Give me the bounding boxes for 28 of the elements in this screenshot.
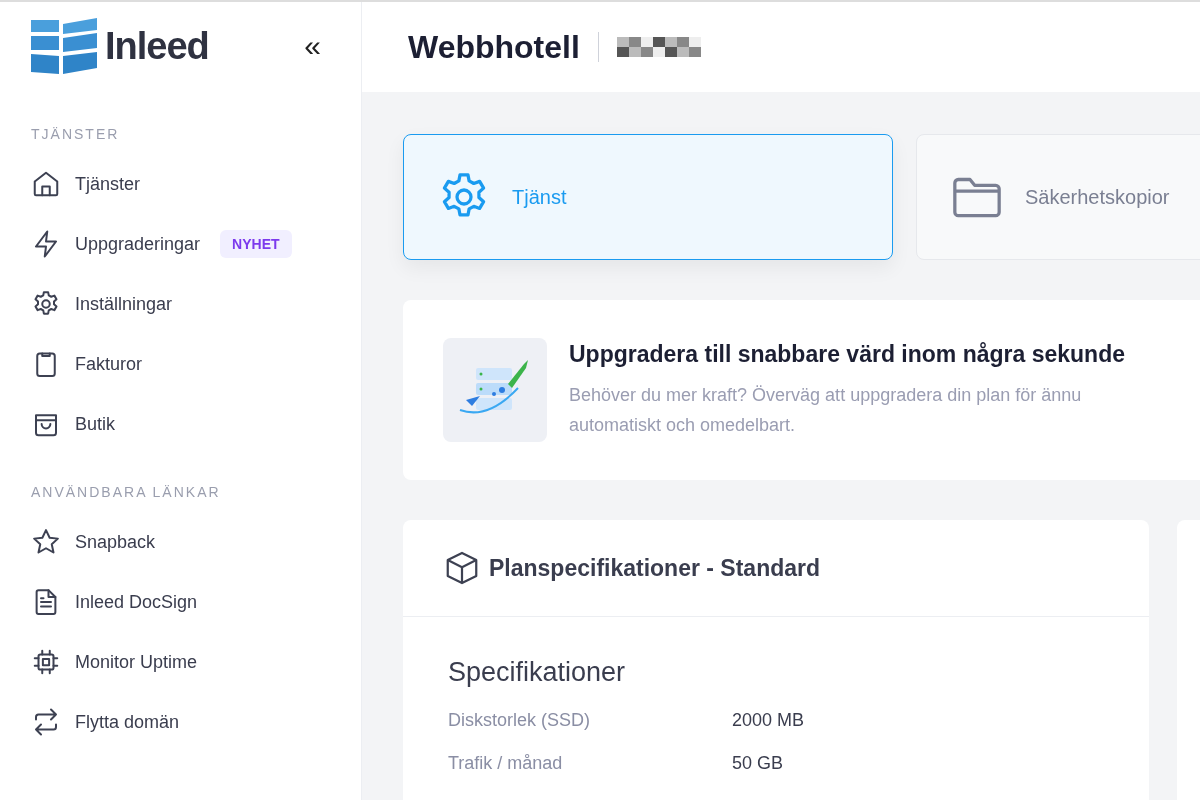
nav-item[interactable]: Butik xyxy=(31,394,361,454)
home-icon xyxy=(31,169,61,199)
nav-item[interactable]: Snapback xyxy=(31,512,361,572)
chip-icon xyxy=(31,647,61,677)
new-badge: NYHET xyxy=(220,230,292,258)
star-icon xyxy=(31,527,61,557)
collapse-button[interactable]: « xyxy=(300,31,325,61)
section-heading: ANVÄNDBARA LÄNKAR xyxy=(31,484,222,500)
spec-label: Trafik / månad xyxy=(448,753,564,775)
logo-text: Inleed xyxy=(105,24,209,68)
page-title: Webbhotell xyxy=(408,28,580,66)
section-heading: TJÄNSTER xyxy=(31,126,121,142)
spec-label: Diskstorlek (SSD) xyxy=(448,710,591,732)
spec-value: 2000 MB xyxy=(732,710,805,732)
plan-title: Planspecifikationer - Standard xyxy=(489,554,821,582)
nav-item[interactable]: Inställningar xyxy=(31,274,361,334)
spec-value: 50 GB xyxy=(732,753,784,775)
logo-icon xyxy=(31,18,97,74)
nav-item[interactable]: Inleed DocSign xyxy=(31,572,361,632)
tab[interactable]: Säkerhetskopior xyxy=(916,134,1200,260)
nav-item[interactable]: Tjänster xyxy=(31,154,361,214)
nav-item[interactable]: Fakturor xyxy=(31,334,361,394)
section-title: Specifikationer xyxy=(448,657,627,688)
banner-title: Uppgradera till snabbare värd inom några sekunde xyxy=(569,340,1125,368)
nav-item[interactable]: Uppgraderingar NYHET xyxy=(31,214,361,274)
banner-description: Behöver du mer kraft? Överväg att uppgradera din plan för ännu automatiskt och omedelbart. xyxy=(569,383,1083,437)
nav-item[interactable]: Monitor Uptime xyxy=(31,632,361,692)
nav-item[interactable]: Flytta domän xyxy=(31,692,361,752)
